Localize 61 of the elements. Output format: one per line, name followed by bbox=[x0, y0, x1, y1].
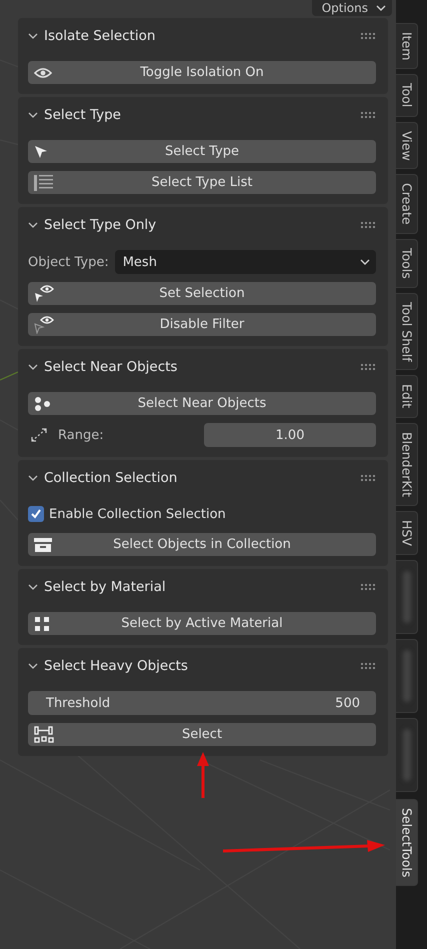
chevron-down-icon[interactable] bbox=[28, 31, 38, 41]
chevron-down-icon[interactable] bbox=[28, 110, 38, 120]
grip-icon[interactable] bbox=[361, 474, 376, 482]
panel-title[interactable]: Select Type bbox=[44, 107, 355, 123]
action-button[interactable]: Toggle Isolation On bbox=[28, 61, 376, 84]
checkbox[interactable] bbox=[28, 506, 44, 522]
grip-icon[interactable] bbox=[361, 32, 376, 40]
panel-title[interactable]: Select Near Objects bbox=[44, 359, 355, 375]
eye-icon bbox=[34, 66, 52, 78]
checkbox-label: Enable Collection Selection bbox=[49, 506, 226, 522]
action-button[interactable]: Select bbox=[28, 723, 376, 746]
field-label: Object Type: bbox=[28, 254, 109, 270]
sidebar-tab[interactable]: Tools bbox=[396, 238, 418, 288]
sidebar-tab[interactable]: Tool bbox=[396, 74, 418, 117]
action-button[interactable]: Select by Active Material bbox=[28, 612, 376, 635]
action-button[interactable]: Select Near Objects bbox=[28, 392, 376, 415]
field-label: Range: bbox=[58, 428, 105, 442]
sidebar-tab[interactable]: SelectTools bbox=[396, 798, 418, 886]
chevron-down-icon[interactable] bbox=[28, 661, 38, 671]
action-button[interactable]: Select Objects in Collection bbox=[28, 533, 376, 556]
grip-icon[interactable] bbox=[361, 662, 376, 670]
object-type-dropdown[interactable]: Mesh bbox=[114, 250, 376, 274]
chevron-down-icon[interactable] bbox=[28, 473, 38, 483]
panel-title[interactable]: Collection Selection bbox=[44, 470, 355, 486]
weight-icon bbox=[34, 726, 54, 744]
grip-icon[interactable] bbox=[361, 364, 376, 370]
sidebar-tab[interactable]: Create bbox=[396, 174, 418, 234]
range-field[interactable]: 1.00 bbox=[204, 423, 376, 447]
chevron-down-icon[interactable] bbox=[28, 582, 38, 592]
dots-icon bbox=[34, 396, 52, 412]
list-icon bbox=[34, 174, 54, 190]
sidebar-tab[interactable]: HSV bbox=[396, 510, 418, 555]
action-button[interactable]: Select Type List bbox=[28, 171, 376, 194]
sidebar-tab[interactable]: BlenderKit bbox=[396, 422, 418, 506]
chevron-down-icon[interactable] bbox=[28, 220, 38, 230]
panel-title[interactable]: Select Type Only bbox=[44, 217, 355, 233]
sidebar-tab[interactable]: Edit bbox=[396, 375, 418, 418]
cursor-icon bbox=[34, 144, 48, 158]
grip-icon[interactable] bbox=[361, 112, 376, 118]
panel-title[interactable]: Select Heavy Objects bbox=[44, 658, 355, 674]
panel-title[interactable]: Isolate Selection bbox=[44, 28, 355, 44]
chevron-down-icon[interactable] bbox=[28, 362, 38, 372]
grid-squares-icon bbox=[34, 616, 50, 632]
sidebar-tab[interactable]: Item bbox=[396, 23, 418, 70]
annotation-arrow bbox=[197, 752, 209, 798]
chevron-down-icon bbox=[376, 5, 386, 11]
grip-icon[interactable] bbox=[361, 584, 376, 590]
threshold-field[interactable]: Threshold 500 bbox=[28, 691, 376, 715]
action-button[interactable]: Disable Filter bbox=[28, 313, 376, 336]
grip-icon[interactable] bbox=[361, 222, 376, 228]
chevron-down-icon bbox=[360, 259, 370, 265]
action-button[interactable]: Set Selection bbox=[28, 282, 376, 305]
collection-box-icon bbox=[34, 538, 52, 552]
options-dropdown[interactable]: Options bbox=[312, 0, 392, 16]
eye-cursor-icon bbox=[34, 284, 54, 302]
action-button[interactable]: Select Type bbox=[28, 140, 376, 163]
sidebar-tab[interactable]: Tool Shelf bbox=[396, 292, 418, 370]
panel-title[interactable]: Select by Material bbox=[44, 579, 355, 595]
dashed-arrow-icon bbox=[30, 427, 48, 443]
eye-cursor-icon bbox=[34, 316, 54, 334]
sidebar-tab[interactable]: View bbox=[396, 122, 418, 170]
